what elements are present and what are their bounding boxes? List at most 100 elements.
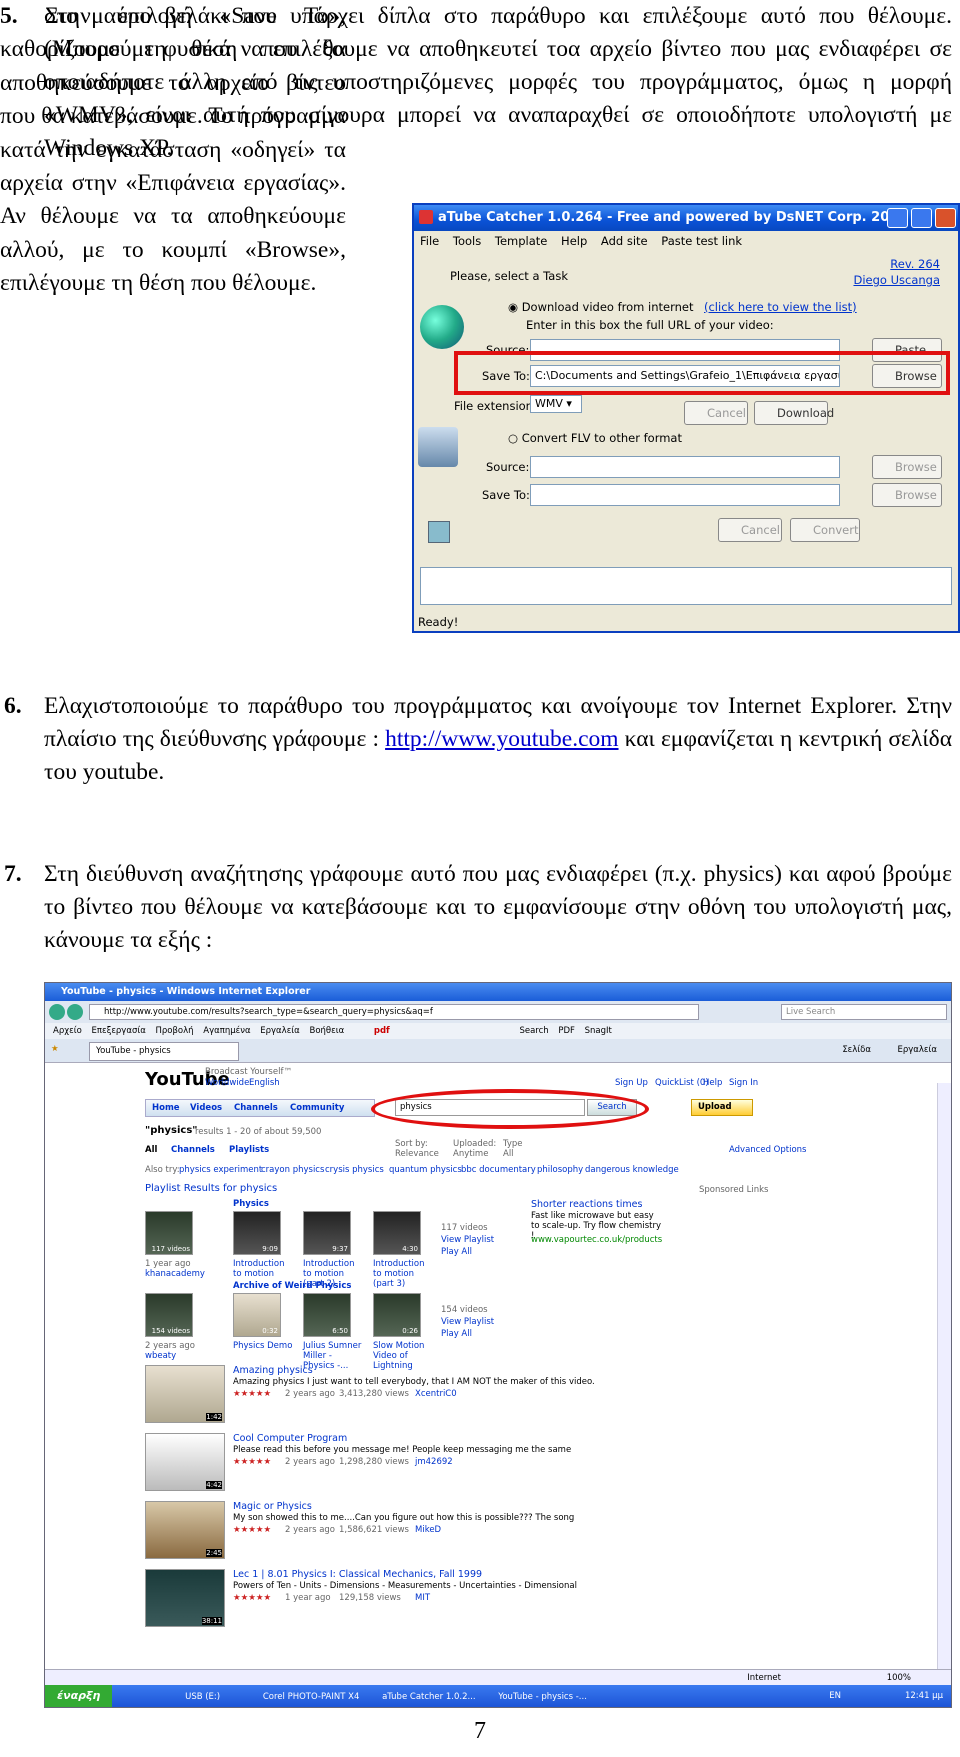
upload-button[interactable]: Upload (691, 1099, 753, 1116)
video-link[interactable]: Slow Motion Video of Lightning (373, 1341, 435, 1371)
playlist-1-title[interactable]: Physics (233, 1199, 269, 1209)
menu-edit[interactable]: Επεξεργασία (92, 1026, 146, 1036)
worldwide-link[interactable]: Worldwide (205, 1078, 249, 1088)
video-user[interactable]: MikeD (415, 1525, 441, 1535)
also-try-link[interactable]: physics experiment (179, 1165, 262, 1175)
also-try-link[interactable]: crayon physics (261, 1165, 324, 1175)
toolbar-search[interactable]: Search (519, 1026, 548, 1036)
filter-playlists[interactable]: Playlists (229, 1145, 269, 1155)
favorites-star-icon[interactable]: ★ (51, 1044, 59, 1054)
settings-icon[interactable] (428, 521, 450, 543)
ad-url[interactable]: www.vapourtec.co.uk/products (531, 1235, 662, 1245)
menu-help[interactable]: Help (561, 234, 587, 248)
help-link[interactable]: Help (703, 1078, 722, 1088)
tools-menu[interactable]: Εργαλεία (897, 1045, 937, 1055)
video-link[interactable]: Physics Demo (233, 1341, 293, 1351)
video-thumbnail[interactable]: 0:32 (233, 1293, 281, 1337)
filter-all[interactable]: All (145, 1145, 157, 1155)
english-link[interactable]: English (249, 1078, 280, 1088)
view-playlist-link[interactable]: View Playlist (441, 1317, 494, 1327)
video-thumbnail[interactable]: 6:50 (303, 1293, 351, 1337)
video-thumbnail[interactable]: 4:30 (373, 1211, 421, 1255)
language-indicator[interactable]: EN (829, 1685, 841, 1707)
cancel2-button[interactable]: Cancel (718, 518, 782, 542)
menu-help[interactable]: Βοήθεια (309, 1026, 344, 1036)
nav-home[interactable]: Home (152, 1103, 180, 1113)
nav-channels[interactable]: Channels (234, 1103, 278, 1113)
view-playlist-link[interactable]: View Playlist (441, 1235, 494, 1245)
menu-view[interactable]: Προβολή (156, 1026, 194, 1036)
rev-link[interactable]: Rev. 264 (890, 257, 940, 271)
signup-link[interactable]: Sign Up (615, 1078, 648, 1088)
video-thumbnail[interactable]: 2:45 (145, 1501, 225, 1559)
task-atube[interactable]: aTube Catcher 1.0.2... (382, 1692, 476, 1702)
back-icon[interactable] (49, 1004, 65, 1020)
radio-download-option[interactable]: ◉ Download video from internet (508, 300, 693, 314)
menu-favorites[interactable]: Αγαπημένα (203, 1026, 250, 1036)
video-thumbnail[interactable]: 154 videos (145, 1293, 193, 1337)
menu-file[interactable]: File (420, 234, 439, 248)
also-try-link[interactable]: quantum physics (389, 1165, 462, 1175)
nav-videos[interactable]: Videos (190, 1103, 222, 1113)
browse3-button[interactable]: Browse (872, 483, 942, 507)
video-title[interactable]: Lec 1 | 8.01 Physics I: Classical Mechan… (233, 1569, 482, 1580)
url-input[interactable]: http://www.youtube.com/results?search_ty… (89, 1004, 699, 1020)
live-search-input[interactable]: Live Search (781, 1004, 947, 1020)
video-thumbnail[interactable]: 9:09 (233, 1211, 281, 1255)
video-thumbnail[interactable]: 4:42 (145, 1433, 225, 1491)
tab-youtube-physics[interactable]: YouTube - physics (89, 1042, 239, 1061)
play-all-link[interactable]: Play All (441, 1329, 472, 1339)
video-user[interactable]: XcentriC0 (415, 1389, 457, 1399)
uploaded-select[interactable]: Anytime (453, 1149, 488, 1159)
menu-tools[interactable]: Tools (453, 234, 481, 248)
play-all-link[interactable]: Play All (441, 1247, 472, 1257)
video-thumbnail[interactable]: 38:11 (145, 1569, 225, 1627)
toolbar-pdf[interactable]: PDF (558, 1026, 575, 1036)
advanced-options-link[interactable]: Advanced Options (729, 1145, 806, 1155)
video-link[interactable]: Introduction to motion (233, 1259, 293, 1279)
video-user[interactable]: MIT (415, 1593, 430, 1603)
video-title[interactable]: Cool Computer Program (233, 1433, 347, 1444)
ad-title[interactable]: Shorter reactions times (531, 1199, 642, 1210)
menu-file[interactable]: Αρχείο (53, 1026, 82, 1036)
close-icon[interactable] (935, 208, 956, 228)
video-thumbnail[interactable]: 1:42 (145, 1365, 225, 1423)
forward-icon[interactable] (67, 1004, 83, 1020)
video-thumbnail[interactable]: 0:26 (373, 1293, 421, 1337)
view-list-link[interactable]: (click here to view the list) (704, 300, 857, 314)
task-corel[interactable]: Corel PHOTO-PAINT X4 (263, 1692, 360, 1702)
youtube-link[interactable]: http://www.youtube.com (385, 726, 618, 752)
menu-template[interactable]: Template (495, 234, 547, 248)
task-usb[interactable]: USB (E:) (185, 1692, 220, 1702)
video-thumbnail[interactable]: 117 videos (145, 1211, 193, 1255)
menu-paste-test-link[interactable]: Paste test link (661, 234, 742, 248)
convert-button[interactable]: Convert (790, 518, 860, 542)
video-link[interactable]: Introduction to motion (part 3) (373, 1259, 435, 1289)
video-user[interactable]: jm42692 (415, 1457, 453, 1467)
cancel-button[interactable]: Cancel (684, 401, 748, 425)
file-extension-select[interactable]: WMV ▾ (530, 395, 582, 413)
vertical-scrollbar[interactable] (937, 1083, 951, 1669)
sortby-select[interactable]: Relevance (395, 1149, 439, 1159)
signin-link[interactable]: Sign In (729, 1078, 758, 1088)
menu-tools[interactable]: Εργαλεία (260, 1026, 300, 1036)
also-try-link[interactable]: crysis physics (325, 1165, 384, 1175)
minimize-icon[interactable] (887, 208, 908, 228)
start-button[interactable]: έναρξη (45, 1685, 113, 1707)
saveto2-input[interactable] (530, 484, 840, 506)
type-select[interactable]: All (503, 1149, 514, 1159)
menu-add-site[interactable]: Add site (601, 234, 648, 248)
author-link[interactable]: Diego Uscanga (853, 273, 940, 287)
also-try-link[interactable]: philosophy (537, 1165, 583, 1175)
radio-convert-option[interactable]: ○ Convert FLV to other format (508, 431, 682, 445)
video-thumbnail[interactable]: 9:37 (303, 1211, 351, 1255)
source2-input[interactable] (530, 456, 840, 478)
video-title[interactable]: Magic or Physics (233, 1501, 312, 1512)
quicklist-link[interactable]: QuickList (0) (655, 1078, 709, 1088)
browse2-button[interactable]: Browse (872, 455, 942, 479)
nav-community[interactable]: Community (290, 1103, 344, 1113)
playlist-2-title[interactable]: Archive of Weird Physics (233, 1281, 351, 1291)
playlist-user[interactable]: khanacademy (145, 1269, 205, 1279)
zoom-level[interactable]: 100% (887, 1670, 911, 1686)
filter-channels[interactable]: Channels (171, 1145, 215, 1155)
